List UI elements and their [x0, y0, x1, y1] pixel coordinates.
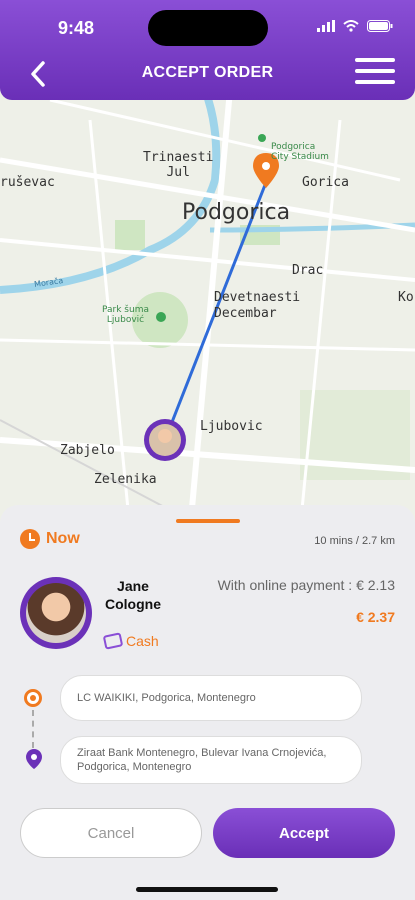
app-header: 9:48 ACCEPT ORDER — [0, 0, 415, 100]
hamburger-menu-icon — [355, 58, 395, 84]
pickup-marker-icon — [24, 689, 42, 707]
map-label-trinaesti: Trinaesti Jul — [143, 150, 214, 180]
map-label-zelenika: Zelenika — [94, 472, 157, 487]
menu-button[interactable] — [355, 58, 395, 88]
avatar-photo — [26, 583, 86, 643]
map-label-zabjelo: Zabjelo — [60, 443, 115, 458]
dropoff-pin-icon — [26, 749, 42, 769]
route-connector — [32, 710, 34, 748]
order-sheet: Now 10 mins / 2.7 km Jane Cologne Cash W… — [0, 505, 415, 900]
dropoff-address[interactable]: Ziraat Bank Montenegro, Bulevar Ivana Cr… — [60, 736, 362, 784]
accept-button[interactable]: Accept — [213, 808, 395, 858]
map-label-gorica: Gorica — [302, 175, 349, 190]
clock-icon — [20, 529, 40, 549]
map-label-devetnaesti: Devetnaesti Decembar — [214, 290, 301, 321]
status-icons — [317, 20, 393, 32]
cash-icon — [102, 632, 124, 650]
fare-price: € 2.37 — [356, 609, 395, 625]
status-time: 9:48 — [58, 18, 95, 38]
wifi-icon — [343, 20, 359, 32]
driver-name: Jane Cologne — [105, 578, 161, 612]
map-label-ko: Ko — [398, 290, 414, 305]
signal-icon — [317, 20, 335, 32]
map-label-park: Park šuma Ljubović — [102, 305, 149, 325]
schedule-now: Now — [20, 529, 80, 549]
online-payment-price: With online payment : € 2.13 — [217, 577, 395, 593]
pickup-address[interactable]: LC WAIKIKI, Podgorica, Montenegro — [60, 675, 362, 721]
map-label-ljubovic: Ljubovic — [200, 419, 263, 434]
eta-distance: 10 mins / 2.7 km — [314, 535, 395, 547]
home-indicator — [136, 887, 278, 892]
battery-icon — [367, 20, 393, 32]
route-map[interactable]: Trinaesti Jul Podgorica Gorica ruševac D… — [0, 90, 415, 530]
payment-method: Cash — [102, 632, 159, 650]
payment-method-label: Cash — [126, 633, 159, 649]
avatar — [20, 577, 92, 649]
cancel-button[interactable]: Cancel — [20, 808, 202, 858]
sheet-drag-handle[interactable] — [176, 519, 240, 523]
page-title: ACCEPT ORDER — [141, 64, 274, 81]
map-label-drac: Drac — [292, 263, 324, 278]
now-label: Now — [46, 530, 80, 547]
map-label-stadium: Podgorica City Stadium — [271, 142, 329, 162]
map-label-krusevac: ruševac — [0, 175, 55, 190]
map-label-podgorica: Podgorica — [182, 200, 291, 225]
dynamic-island — [148, 10, 268, 46]
